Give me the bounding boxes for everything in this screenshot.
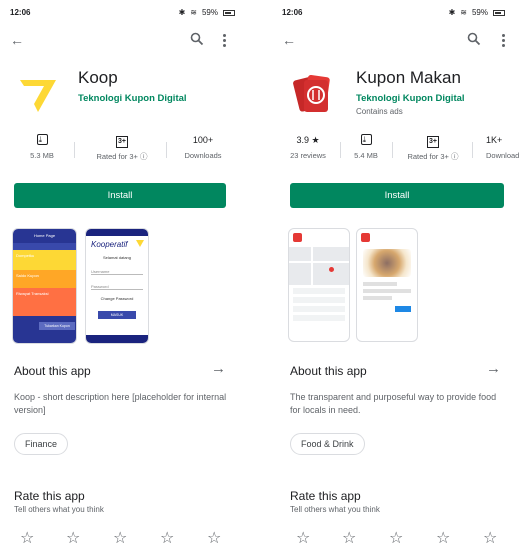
developer-link[interactable]: Teknologi Kupon Digital — [78, 93, 187, 104]
mini-logo-icon — [293, 233, 302, 242]
stat-divider — [340, 142, 341, 158]
status-time: 12:06 — [10, 8, 31, 17]
search-icon[interactable] — [467, 32, 481, 46]
more-vert-icon[interactable] — [223, 34, 227, 49]
stat-divider — [392, 142, 393, 158]
more-vert-icon[interactable] — [502, 34, 506, 49]
stat-reviews[interactable]: 3.9 ★ 23 reviews — [286, 134, 330, 160]
status-time: 12:06 — [282, 8, 303, 17]
arrow-right-icon[interactable]: → — [486, 360, 501, 377]
about-description: The transparent and purposeful way to pr… — [290, 392, 497, 415]
about-title: About this app — [290, 364, 367, 378]
app-screenshot-2[interactable]: Kooperatif Selamat datang Username Passw… — [85, 228, 149, 344]
mini-logo-icon — [361, 233, 370, 242]
star-icon[interactable]: ☆ — [389, 531, 403, 543]
food-image — [363, 249, 411, 277]
stat-divider — [74, 142, 75, 158]
star-icon[interactable]: ☆ — [483, 531, 497, 543]
battery-percent: 59% — [471, 8, 488, 17]
star-icon[interactable]: ☆ — [342, 531, 356, 543]
back-arrow-icon[interactable]: ← — [282, 32, 296, 48]
search-icon[interactable] — [190, 32, 204, 46]
wifi-icon: ≋ — [190, 8, 197, 17]
download-icon — [36, 133, 48, 146]
star-icon[interactable]: ☆ — [296, 531, 310, 543]
koop-logo-icon — [14, 70, 62, 118]
screenshot-tile: Saldo Kupon — [13, 270, 76, 288]
rating-stars: ☆ ☆ ☆ ☆ ☆ — [14, 531, 249, 543]
app-screenshot-2[interactable] — [356, 228, 418, 342]
koop-mini-logo-icon — [136, 240, 144, 247]
star-icon[interactable]: ☆ — [113, 531, 127, 543]
back-arrow-icon[interactable]: ← — [10, 32, 24, 48]
stats-row: 3.9 ★ 23 reviews 5.4 MB 3+ Rated for 3+ … — [272, 133, 519, 166]
rate-title: Rate this app — [290, 489, 361, 503]
download-icon — [360, 133, 372, 146]
stat-size: 5.4 MB — [350, 133, 382, 160]
stats-row: 5.3 MB 3+ Rated for 3+ ⓘ 100+ Downloads — [0, 133, 259, 166]
battery-percent: 59% — [201, 8, 218, 17]
arrow-right-icon[interactable]: → — [211, 360, 226, 377]
wifi-icon: ≋ — [460, 8, 467, 17]
stat-rating[interactable]: 3+ Rated for 3+ ⓘ — [398, 134, 468, 162]
stat-divider — [166, 142, 167, 158]
about-description: Koop - short description here [placehold… — [14, 392, 227, 415]
status-bar: 12:06 ✱ ≋ 59% — [272, 0, 519, 24]
star-icon[interactable]: ☆ — [160, 531, 174, 543]
rate-subtitle: Tell others what you think — [14, 505, 104, 514]
content-rating-icon: 3+ — [427, 136, 439, 148]
bluetooth-icon: ✱ — [178, 8, 186, 17]
app-title: Kupon Makan — [356, 68, 461, 87]
app-bar: ← — [272, 30, 519, 54]
stat-divider — [472, 142, 473, 158]
star-icon[interactable]: ☆ — [20, 531, 34, 543]
stat-downloads: 100+ Downloads — [184, 135, 222, 160]
stat-downloads: 1K+ Downloads — [486, 135, 519, 160]
developer-link[interactable]: Teknologi Kupon Digital — [356, 93, 465, 104]
install-button[interactable]: Install — [290, 183, 504, 208]
rate-subtitle: Tell others what you think — [290, 505, 380, 514]
app-screenshot-1[interactable]: Home Page Dompetku Saldo Kupon Riwayat T… — [12, 228, 77, 344]
about-title: About this app — [14, 364, 91, 378]
app-title: Koop — [78, 68, 118, 87]
stat-rating[interactable]: 3+ Rated for 3+ ⓘ — [88, 134, 156, 162]
right-screen: 12:06 ✱ ≋ 59% ← Kupon Makan Teknologi Ku… — [272, 0, 519, 543]
bluetooth-icon: ✱ — [448, 8, 456, 17]
contains-ads-label: Contains ads — [356, 107, 403, 116]
content-rating-icon: 3+ — [116, 136, 128, 148]
star-icon[interactable]: ☆ — [436, 531, 450, 543]
stat-size: 5.3 MB — [26, 133, 58, 160]
install-button[interactable]: Install — [14, 183, 226, 208]
rating-stars: ☆ ☆ ☆ ☆ ☆ — [290, 531, 509, 543]
kupon-makan-logo-icon — [290, 70, 338, 118]
star-icon[interactable]: ☆ — [207, 531, 221, 543]
category-chip[interactable]: Food & Drink — [290, 433, 365, 455]
rate-title: Rate this app — [14, 489, 85, 503]
screenshot-tile: Dompetku — [13, 250, 76, 270]
app-screenshot-1[interactable] — [288, 228, 350, 342]
map-preview — [289, 247, 349, 285]
battery-icon — [493, 9, 505, 16]
battery-icon — [223, 9, 235, 16]
screenshot-tile: Riwayat Transaksi — [13, 288, 76, 316]
status-bar: 12:06 ✱ ≋ 59% — [0, 0, 259, 24]
star-icon[interactable]: ☆ — [66, 531, 80, 543]
category-chip[interactable]: Finance — [14, 433, 69, 455]
left-screen: 12:06 ✱ ≋ 59% ← Koop Teknologi Kupon Dig… — [0, 0, 259, 543]
app-bar: ← — [0, 30, 259, 54]
